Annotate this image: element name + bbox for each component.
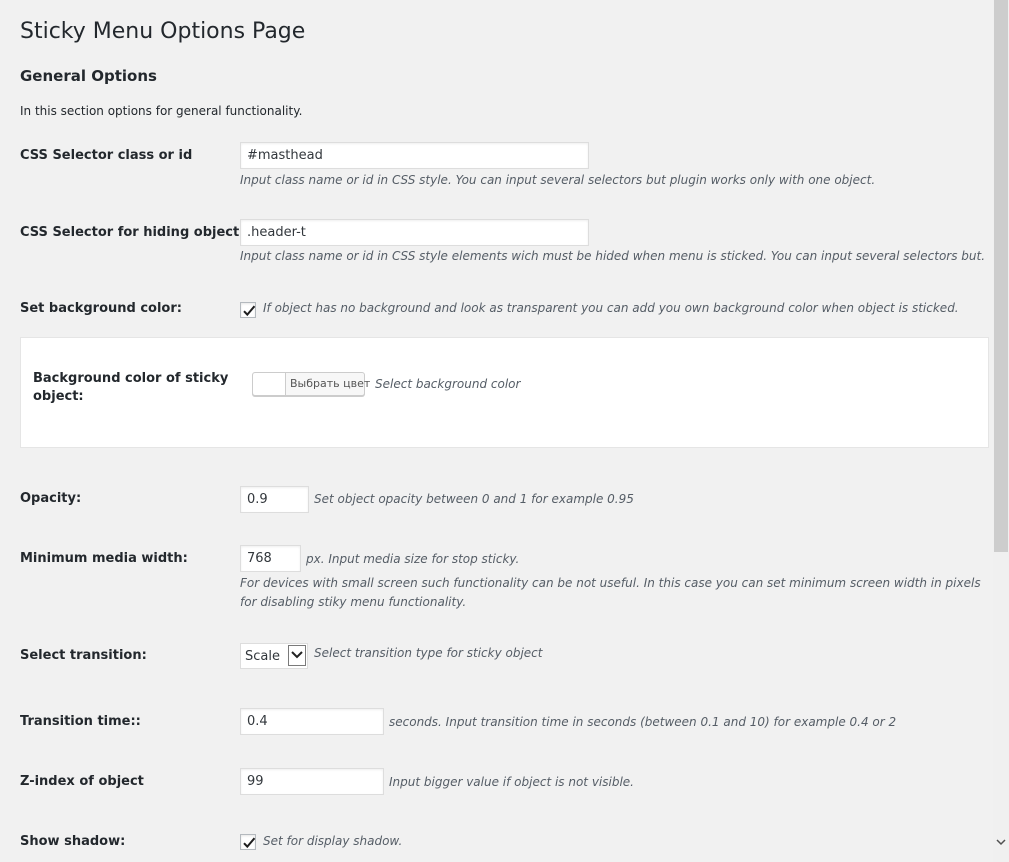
- transition-description: Select transition type for sticky object: [314, 646, 543, 660]
- opacity-description: Set object opacity between 0 and 1 for e…: [314, 492, 634, 506]
- css-selector-input[interactable]: #masthead: [240, 142, 589, 169]
- color-picker-button[interactable]: Выбрать цвет: [252, 372, 370, 396]
- color-swatch: [253, 373, 286, 395]
- transition-time-label: Transition time::: [20, 714, 141, 729]
- min-width-help-line2: for disabling stiky menu functionality.: [240, 595, 467, 609]
- min-width-description: px. Input media size for stop sticky.: [306, 552, 520, 566]
- opacity-label: Opacity:: [20, 491, 82, 506]
- page-title: Sticky Menu Options Page: [20, 19, 306, 44]
- section-title: General Options: [20, 67, 157, 85]
- show-shadow-label: Show shadow:: [20, 834, 126, 849]
- chevron-down-icon[interactable]: [288, 645, 306, 666]
- set-background-label: Set background color:: [20, 301, 182, 316]
- transition-select[interactable]: Scale: [240, 643, 308, 669]
- min-width-input[interactable]: 768: [240, 545, 301, 572]
- background-color-label-line2: object:: [33, 389, 84, 404]
- checkmark-icon: [243, 305, 256, 317]
- color-picker-button-label: Выбрать цвет: [290, 377, 371, 390]
- css-selector-description: Input class name or id in CSS style. You…: [240, 173, 876, 187]
- section-intro: In this section options for general func…: [20, 104, 303, 118]
- background-color-label-line1: Background color of sticky: [33, 371, 229, 386]
- transition-time-description: seconds. Input transition time in second…: [389, 715, 897, 729]
- scrollbar-thumb[interactable]: [994, 0, 1008, 552]
- show-shadow-checkbox[interactable]: [240, 834, 256, 850]
- css-selector-label: CSS Selector class or id: [20, 148, 193, 163]
- background-color-description: Select background color: [375, 377, 521, 391]
- transition-label: Select transition:: [20, 648, 147, 663]
- chevron-down-icon[interactable]: [994, 834, 1008, 850]
- z-index-label: Z-index of object: [20, 774, 144, 789]
- min-width-help-line1: For devices with small screen such funct…: [240, 576, 981, 590]
- checkmark-icon: [243, 837, 256, 849]
- z-index-input[interactable]: 99: [240, 768, 384, 795]
- transition-select-value: Scale: [245, 649, 280, 664]
- hide-selector-description: Input class name or id in CSS style elem…: [240, 249, 986, 263]
- z-index-description: Input bigger value if object is not visi…: [389, 775, 634, 789]
- opacity-input[interactable]: 0.9: [240, 486, 309, 513]
- set-background-description: If object has no background and look as …: [263, 301, 959, 315]
- show-shadow-description: Set for display shadow.: [263, 834, 403, 848]
- set-background-checkbox[interactable]: [240, 302, 256, 318]
- hide-selector-input[interactable]: .header-t: [240, 219, 589, 246]
- hide-selector-label: CSS Selector for hiding objects: [20, 225, 247, 240]
- transition-time-input[interactable]: 0.4: [240, 708, 384, 735]
- min-width-label: Minimum media width:: [20, 551, 188, 566]
